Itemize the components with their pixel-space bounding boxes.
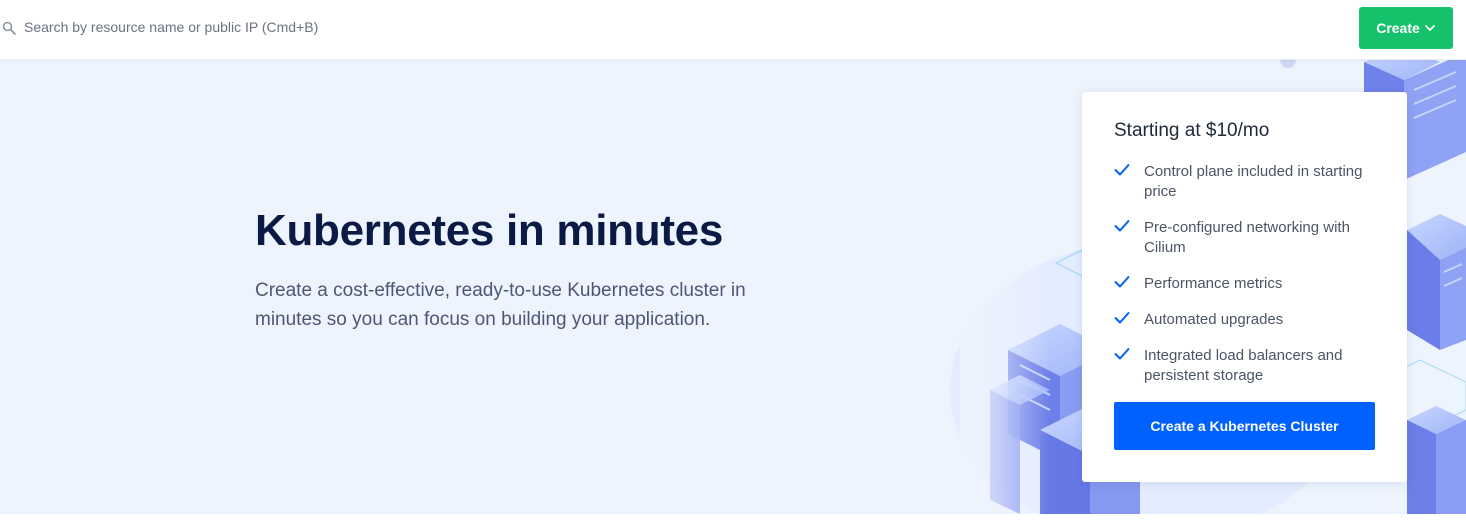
check-icon (1114, 164, 1130, 176)
check-icon (1114, 276, 1130, 288)
check-icon (1114, 312, 1130, 324)
feature-item: Integrated load balancers and persistent… (1114, 346, 1382, 386)
feature-text: Performance metrics (1144, 275, 1283, 292)
feature-item: Pre-configured networking with Cilium (1114, 218, 1382, 258)
feature-text: Automated upgrades (1144, 311, 1284, 328)
hero-title: Kubernetes in minutes (255, 206, 724, 255)
create-button[interactable]: Create (1359, 7, 1453, 49)
feature-list: Control plane included in starting price… (1114, 162, 1382, 386)
create-kubernetes-cluster-button[interactable]: Create a Kubernetes Cluster (1114, 402, 1375, 450)
feature-item: Automated upgrades (1114, 310, 1382, 330)
check-icon (1114, 348, 1130, 360)
feature-item: Performance metrics (1114, 274, 1382, 294)
pricing-card: Starting at $10/mo Control plane include… (1082, 92, 1407, 482)
bottom-strip (0, 514, 1466, 527)
feature-item: Control plane included in starting price (1114, 162, 1382, 202)
create-button-label: Create (1376, 20, 1420, 36)
chevron-down-icon (1424, 25, 1435, 31)
feature-text: Pre-configured networking with Cilium (1144, 219, 1350, 256)
check-icon (1114, 220, 1130, 232)
pricing-title: Starting at $10/mo (1114, 120, 1270, 141)
hero-description: Create a cost-effective, ready-to-use Ku… (255, 280, 746, 330)
search-input[interactable] (24, 16, 624, 38)
search-icon (2, 21, 16, 35)
feature-text: Control plane included in starting price (1144, 163, 1363, 200)
top-bar: Create (0, 0, 1466, 60)
feature-text: Integrated load balancers and persistent… (1144, 347, 1343, 384)
